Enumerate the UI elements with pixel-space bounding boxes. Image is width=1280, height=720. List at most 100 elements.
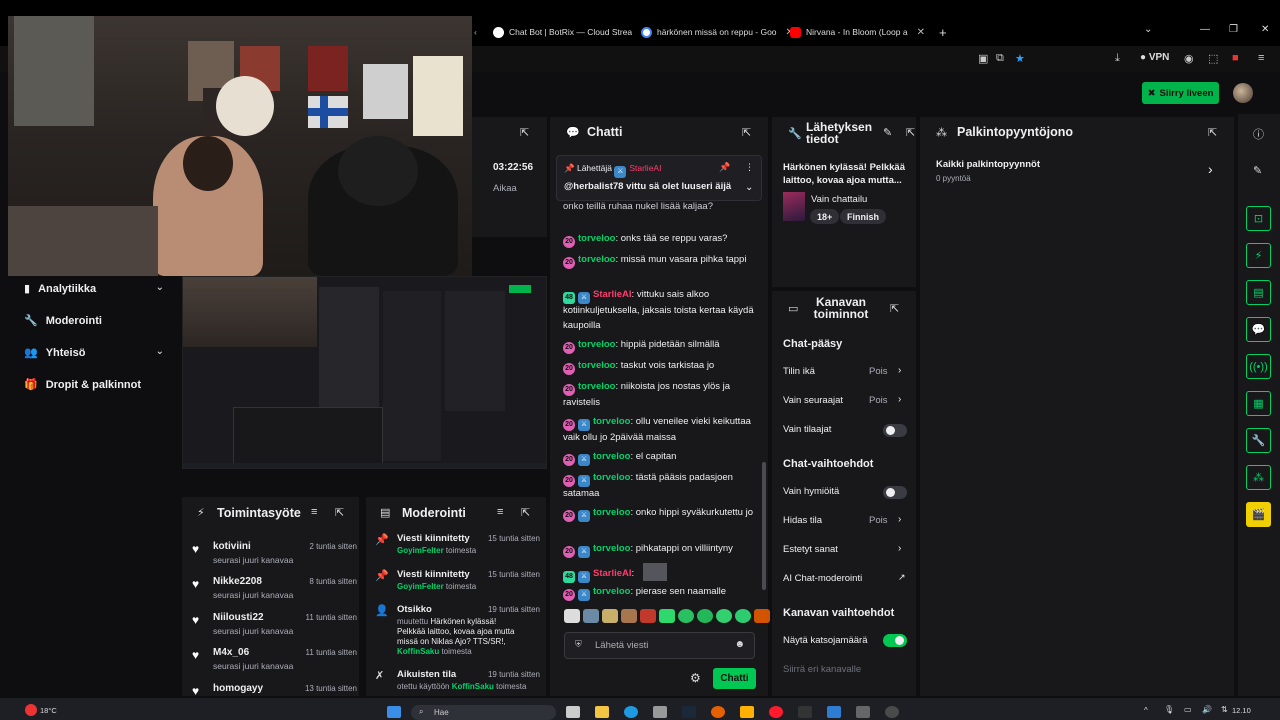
rail-button-tools[interactable]: 🔧 (1246, 428, 1271, 453)
follower-name[interactable]: kotiviini (213, 541, 251, 552)
edit-icon[interactable]: ✎ (883, 126, 892, 139)
vlc-icon[interactable] (740, 706, 754, 718)
bookmark-star-icon[interactable]: ★ (1015, 52, 1025, 65)
tab-scroll-left[interactable]: ‹ (474, 20, 477, 44)
info-icon[interactable]: ⓘ (1253, 126, 1264, 142)
filter-icon[interactable]: ≡ (497, 506, 503, 518)
rail-button-notes[interactable]: ▤ (1246, 280, 1271, 305)
chat-message[interactable]: 20 torveloo: taskut vois tarkistaa jo (563, 359, 761, 375)
chat-username[interactable]: torveloo (578, 381, 615, 392)
weather-temp[interactable]: 18°C (40, 706, 57, 715)
ai-moderation-label[interactable]: AI Chat-moderointi (783, 573, 862, 584)
slow-mode-value[interactable]: Pois (869, 515, 887, 526)
moderator-name[interactable]: KoffinSaku (397, 647, 439, 656)
start-icon[interactable] (387, 706, 401, 718)
chat-scrollbar[interactable] (762, 462, 766, 590)
chat-message[interactable]: 20 ⚔ torveloo: pierase sen naamalle (563, 585, 761, 601)
volume-icon[interactable]: 🔊 (1202, 705, 1212, 714)
steam-icon[interactable] (682, 706, 696, 718)
emote-icon[interactable] (716, 609, 732, 623)
close-tab-icon[interactable]: ✕ (917, 27, 925, 38)
tag-pill[interactable]: Finnish (840, 209, 886, 224)
chat-username[interactable]: torveloo (593, 416, 630, 427)
minimize-button[interactable]: — (1200, 24, 1210, 35)
chat-username[interactable]: torveloo (593, 586, 630, 597)
network-icon[interactable]: ⇅ (1221, 705, 1228, 714)
all-rewards-label[interactable]: Kaikki palkintopyynnöt (936, 159, 1040, 170)
app-icon[interactable] (885, 706, 899, 718)
followers-only-label[interactable]: Vain seuraajat (783, 395, 843, 406)
chat-username[interactable]: StarlieAI (593, 568, 632, 579)
new-tab-button[interactable]: + (939, 20, 947, 44)
emote-icon[interactable] (602, 609, 618, 623)
chevron-down-icon[interactable]: ⌄ (745, 182, 753, 193)
moderator-name[interactable]: KoffinSaku (452, 682, 494, 691)
emote-icon[interactable] (678, 609, 694, 623)
rail-button-clips[interactable]: ⊡ (1246, 206, 1271, 231)
viewer-count-toggle[interactable] (883, 634, 907, 647)
close-window-button[interactable]: ✕ (1261, 24, 1269, 35)
emote-icon[interactable] (621, 609, 637, 623)
emote-icon[interactable] (659, 609, 675, 623)
chevron-right-icon[interactable]: › (898, 365, 901, 376)
sidebar-item-analytics[interactable]: ▮ Analytiikka ⌄ (24, 282, 164, 295)
popout-icon[interactable]: ⇱ (521, 506, 530, 519)
chat-message[interactable]: 20 torveloo: onks tää se reppu varas? (563, 232, 761, 248)
tab-list-icon[interactable]: ⌄ (1144, 24, 1152, 35)
chevron-right-icon[interactable]: › (898, 543, 901, 554)
popout-icon[interactable]: ⇱ (1208, 126, 1217, 139)
menu-icon[interactable]: ≡ (1258, 52, 1264, 64)
sidebar-item-community[interactable]: 👥 Yhteisö ⌄ (24, 346, 164, 359)
slow-mode-label[interactable]: Hidas tila (783, 515, 822, 526)
profile-icon[interactable]: ◉ (1184, 52, 1194, 65)
followers-only-value[interactable]: Pois (869, 395, 887, 406)
emote-icon[interactable] (754, 609, 770, 623)
app-icon[interactable] (856, 706, 870, 718)
go-live-button[interactable]: ✖ Siirry liveen (1142, 82, 1219, 104)
rail-button-broadcast[interactable]: ((•)) (1246, 354, 1271, 379)
clock[interactable]: 12.10 (1232, 706, 1251, 715)
external-link-icon[interactable]: ↗ (898, 572, 906, 583)
chat-message[interactable]: 20 ⚔ torveloo: el capitan (563, 450, 761, 466)
tab-google[interactable]: härkönen missä on reppu - Goo ✕ (641, 20, 794, 44)
follower-name[interactable]: Niilousti22 (213, 612, 264, 623)
chat-message[interactable]: 20 ⚔ torveloo: tästä pääsis padasjoen sata… (563, 471, 761, 502)
popout-icon[interactable]: ⇱ (335, 506, 344, 519)
emote-icon[interactable] (583, 609, 599, 623)
vpn-badge[interactable]: ● VPN (1140, 52, 1169, 63)
chat-username[interactable]: torveloo (593, 543, 630, 554)
chat-username[interactable]: torveloo (578, 339, 615, 350)
app-icon[interactable] (827, 706, 841, 718)
moderator-name[interactable]: GoyimFelter (397, 582, 444, 591)
opera-icon[interactable] (769, 706, 783, 718)
filter-icon[interactable]: ≡ (311, 506, 317, 518)
category-image[interactable] (783, 192, 805, 221)
chat-message[interactable]: 20 torveloo: niikoista jos nostas ylös ja… (563, 380, 761, 411)
task-view-icon[interactable] (566, 706, 580, 718)
emote-icon[interactable] (735, 609, 751, 623)
display-icon[interactable]: ▭ (1184, 705, 1192, 714)
chat-image[interactable] (642, 563, 667, 581)
tray-chevron-icon[interactable]: ^ (1144, 706, 1148, 715)
more-icon[interactable]: ⋮ (745, 162, 754, 173)
store-icon[interactable] (653, 706, 667, 718)
follower-name[interactable]: homogayy (213, 683, 263, 694)
chat-message[interactable]: 20 ⚔ torveloo: onko hippi syväkurkutettu j… (563, 506, 761, 522)
extension-badge-icon[interactable]: ■ (1232, 52, 1239, 64)
terminal-icon[interactable] (798, 706, 812, 718)
emote-icon[interactable] (697, 609, 713, 623)
emoji-icon[interactable]: ☻ (734, 639, 745, 650)
chat-message[interactable]: 48 ⚔ StarlieAI: vittuku sais alkoo kotiink… (563, 288, 761, 333)
chat-username[interactable]: torveloo (578, 233, 615, 244)
avatar[interactable] (1233, 83, 1253, 103)
rail-button-chat[interactable]: 💬 (1246, 317, 1271, 342)
send-chat-button[interactable]: Chatti (713, 668, 756, 689)
chat-message[interactable]: 20 torveloo: hippiä pidetään silmällä (563, 338, 761, 354)
edit-icon[interactable]: ✎ (1253, 164, 1262, 177)
weather-icon[interactable] (25, 704, 37, 716)
emote-icon[interactable] (564, 609, 580, 623)
sidebar-item-drops[interactable]: 🎁 Dropit & palkinnot (24, 378, 164, 392)
emote-icon[interactable] (640, 609, 656, 623)
follower-name[interactable]: M4x_06 (213, 647, 249, 658)
download-icon[interactable]: ⤓ (1115, 52, 1120, 65)
